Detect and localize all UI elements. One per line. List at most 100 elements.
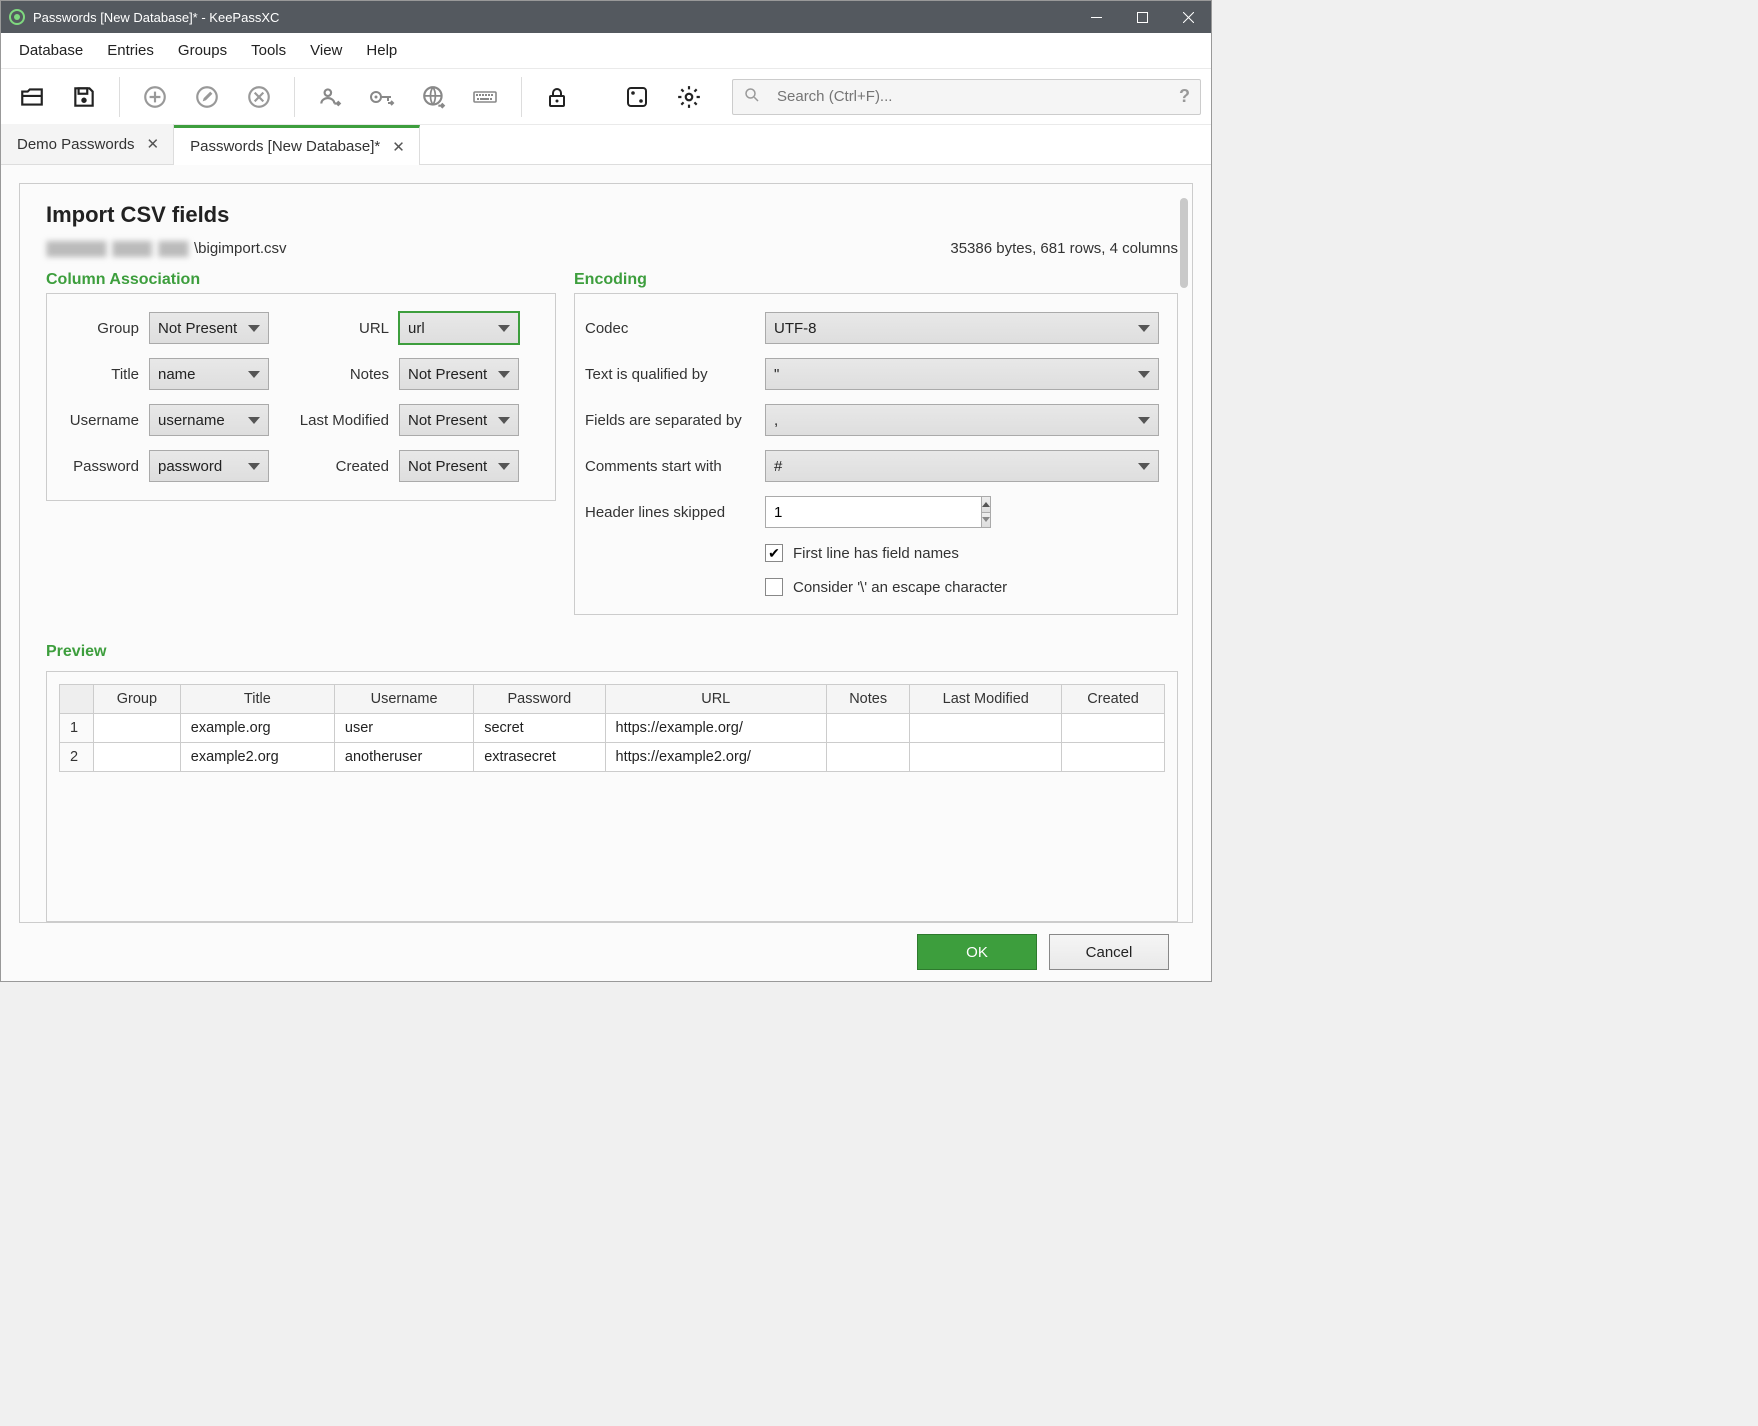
url-dropdown[interactable]: url [399, 312, 519, 344]
encoding-fieldset: Codec UTF-8 Text is qualified by " Field… [574, 293, 1178, 615]
comment-dropdown[interactable]: # [765, 450, 1159, 482]
col-url[interactable]: URL [605, 685, 826, 714]
copy-username-button[interactable] [309, 76, 351, 118]
import-panel: Import CSV fields \bigimport.csv 35386 b… [19, 183, 1193, 923]
preview-box: Group Title Username Password URL Notes … [46, 671, 1178, 922]
username-label: Username [57, 412, 139, 429]
table-row[interactable]: 1 example.org user secret https://exampl… [60, 714, 1165, 743]
header-skip-spinner[interactable] [765, 496, 915, 528]
escape-label: Consider '\' an escape character [793, 579, 1007, 596]
lock-db-button[interactable] [536, 76, 578, 118]
chevron-down-icon [498, 463, 510, 470]
first-line-checkbox[interactable] [765, 544, 783, 562]
password-dropdown[interactable]: password [149, 450, 269, 482]
menu-tools[interactable]: Tools [241, 36, 296, 65]
edit-entry-button[interactable] [186, 76, 228, 118]
open-db-button[interactable] [11, 76, 53, 118]
chevron-down-icon [1138, 371, 1150, 378]
codec-dropdown[interactable]: UTF-8 [765, 312, 1159, 344]
content-area: Import CSV fields \bigimport.csv 35386 b… [1, 165, 1211, 981]
chevron-down-icon [1138, 417, 1150, 424]
tab-label: Demo Passwords [17, 136, 135, 153]
separator-label: Fields are separated by [585, 412, 755, 429]
minimize-button[interactable] [1073, 1, 1119, 33]
chevron-down-icon [248, 371, 260, 378]
tab-new-database[interactable]: Passwords [New Database]* ✕ [174, 125, 420, 165]
escape-checkbox[interactable] [765, 578, 783, 596]
autotype-button[interactable] [465, 76, 507, 118]
created-label: Created [279, 458, 389, 475]
modified-label: Last Modified [279, 412, 389, 429]
copy-password-button[interactable] [361, 76, 403, 118]
header-skip-input[interactable] [765, 496, 982, 528]
chevron-down-icon [248, 417, 260, 424]
copy-url-button[interactable] [413, 76, 455, 118]
file-path: \bigimport.csv [46, 240, 287, 257]
encoding-label: Encoding [574, 271, 1178, 289]
ok-button[interactable]: OK [917, 934, 1037, 970]
col-username[interactable]: Username [334, 685, 473, 714]
chevron-down-icon [1138, 463, 1150, 470]
help-icon[interactable]: ? [1179, 86, 1190, 107]
created-dropdown[interactable]: Not Present [399, 450, 519, 482]
col-notes[interactable]: Notes [826, 685, 909, 714]
page-title: Import CSV fields [46, 202, 1178, 228]
search-box[interactable]: ? [732, 79, 1201, 115]
chevron-down-icon [248, 325, 260, 332]
col-title[interactable]: Title [180, 685, 334, 714]
window-title: Passwords [New Database]* - KeePassXC [33, 10, 1073, 25]
notes-dropdown[interactable]: Not Present [399, 358, 519, 390]
tab-close-icon[interactable]: ✕ [390, 138, 407, 156]
spinner-down[interactable] [982, 513, 990, 528]
column-association-label: Column Association [46, 271, 556, 289]
menu-groups[interactable]: Groups [168, 36, 237, 65]
chevron-down-icon [1138, 325, 1150, 332]
file-stats: 35386 bytes, 681 rows, 4 columns [950, 240, 1178, 257]
new-entry-button[interactable] [134, 76, 176, 118]
menu-entries[interactable]: Entries [97, 36, 164, 65]
table-corner [60, 685, 94, 714]
app-icon [9, 9, 25, 25]
menu-help[interactable]: Help [356, 36, 407, 65]
url-label: URL [279, 320, 389, 337]
col-created[interactable]: Created [1062, 685, 1165, 714]
password-label: Password [57, 458, 139, 475]
password-generator-button[interactable] [616, 76, 658, 118]
col-group[interactable]: Group [94, 685, 181, 714]
close-button[interactable] [1165, 1, 1211, 33]
save-db-button[interactable] [63, 76, 105, 118]
qualifier-dropdown[interactable]: " [765, 358, 1159, 390]
tab-close-icon[interactable]: ✕ [145, 135, 162, 153]
scrollbar[interactable] [1180, 198, 1188, 912]
separator-dropdown[interactable]: , [765, 404, 1159, 436]
table-row[interactable]: 2 example2.org anotheruser extrasecret h… [60, 743, 1165, 772]
settings-button[interactable] [668, 76, 710, 118]
chevron-down-icon [498, 371, 510, 378]
modified-dropdown[interactable]: Not Present [399, 404, 519, 436]
col-modified[interactable]: Last Modified [910, 685, 1062, 714]
toolbar: ? [1, 69, 1211, 125]
username-dropdown[interactable]: username [149, 404, 269, 436]
menu-database[interactable]: Database [9, 36, 93, 65]
notes-label: Notes [279, 366, 389, 383]
spinner-up[interactable] [982, 497, 990, 513]
button-bar: OK Cancel [19, 923, 1193, 981]
menu-view[interactable]: View [300, 36, 352, 65]
chevron-down-icon [498, 325, 510, 332]
qualifier-label: Text is qualified by [585, 366, 755, 383]
tab-demo-passwords[interactable]: Demo Passwords ✕ [1, 124, 174, 164]
codec-label: Codec [585, 320, 755, 337]
preview-table: Group Title Username Password URL Notes … [59, 684, 1165, 772]
maximize-button[interactable] [1119, 1, 1165, 33]
search-input[interactable] [775, 87, 1165, 106]
cancel-button[interactable]: Cancel [1049, 934, 1169, 970]
tab-label: Passwords [New Database]* [190, 138, 380, 155]
menubar: Database Entries Groups Tools View Help [1, 33, 1211, 69]
column-association-fieldset: Group Not Present URL url Title name Not… [46, 293, 556, 501]
col-password[interactable]: Password [474, 685, 605, 714]
search-icon [743, 86, 761, 107]
chevron-down-icon [248, 463, 260, 470]
title-dropdown[interactable]: name [149, 358, 269, 390]
delete-entry-button[interactable] [238, 76, 280, 118]
group-dropdown[interactable]: Not Present [149, 312, 269, 344]
